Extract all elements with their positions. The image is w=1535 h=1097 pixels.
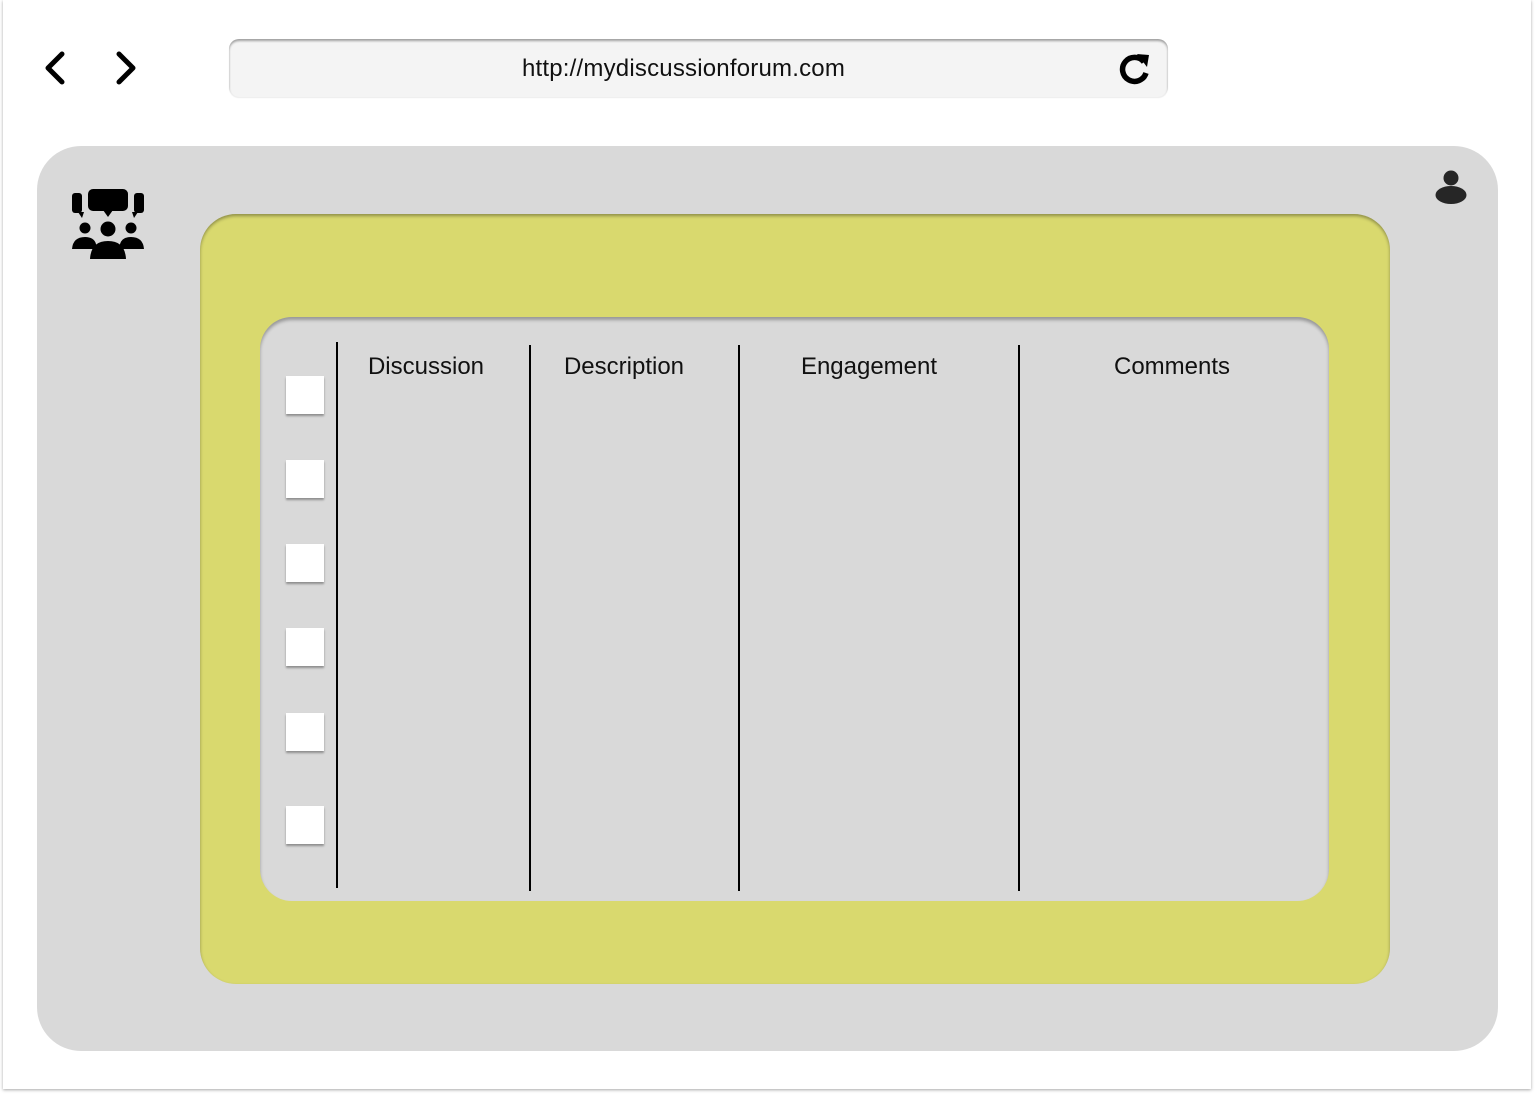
row-checkbox[interactable] <box>286 460 324 498</box>
row-checkbox[interactable] <box>286 376 324 414</box>
column-divider <box>529 345 531 891</box>
row-checkbox[interactable] <box>286 806 324 844</box>
column-header-comments[interactable]: Comments <box>1019 353 1325 381</box>
back-button[interactable] <box>35 48 75 88</box>
row-checkbox[interactable] <box>286 544 324 582</box>
discussion-group-icon <box>70 187 146 261</box>
column-header-description[interactable]: Description <box>530 353 718 381</box>
column-header-discussion[interactable]: Discussion <box>337 353 515 381</box>
url-text[interactable]: http://mydiscussionforum.com <box>229 55 1168 83</box>
address-bar[interactable]: http://mydiscussionforum.com <box>229 39 1168 97</box>
column-divider <box>1018 345 1020 891</box>
forward-button[interactable] <box>106 48 146 88</box>
row-checkbox[interactable] <box>286 713 324 751</box>
column-divider <box>336 342 338 888</box>
chevron-left-icon <box>45 51 65 85</box>
row-checkbox[interactable] <box>286 628 324 666</box>
chevron-right-icon <box>116 51 136 85</box>
reload-button[interactable] <box>1114 48 1154 88</box>
column-divider <box>738 345 740 891</box>
column-header-engagement[interactable]: Engagement <box>739 353 999 381</box>
discussion-table <box>260 317 1329 901</box>
reload-icon <box>1119 54 1149 85</box>
user-icon[interactable] <box>1433 168 1469 208</box>
